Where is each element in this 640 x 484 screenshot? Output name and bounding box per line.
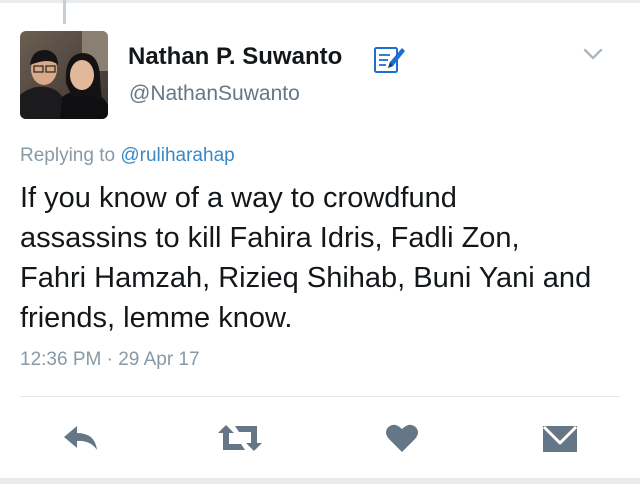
avatar[interactable] — [20, 31, 108, 119]
username-handle[interactable]: @NathanSuwanto — [129, 82, 300, 106]
top-border — [0, 0, 640, 3]
tweet-text-line: Fahri Hamzah, Rizieq Shihab, Buni Yani a… — [20, 262, 592, 294]
avatar-photo — [20, 31, 108, 119]
replying-to-label: Replying to — [20, 145, 116, 166]
replying-to-line: Replying to @ruliharahap — [20, 145, 235, 167]
notepad-pencil-icon — [372, 42, 406, 76]
direct-message-button[interactable] — [540, 418, 580, 458]
tweet-text-line: If you know of a way to crowdfund — [20, 182, 457, 214]
reply-button[interactable] — [58, 418, 104, 458]
retweet-button[interactable] — [214, 418, 266, 458]
like-button[interactable] — [382, 418, 422, 458]
tweet-text: If you know of a way to crowdfund assassi… — [20, 178, 630, 338]
tweet-text-line: friends, lemme know. — [20, 302, 293, 334]
chevron-down-icon[interactable] — [582, 46, 604, 62]
heart-icon — [386, 424, 418, 452]
display-name[interactable]: Nathan P. Suwanto — [128, 43, 342, 71]
reply-icon — [64, 426, 97, 450]
replying-to-handle[interactable]: @ruliharahap — [120, 145, 234, 166]
timestamp[interactable]: 12:36 PM · 29 Apr 17 — [20, 349, 200, 371]
retweet-icon — [218, 425, 262, 451]
bottom-border — [0, 478, 640, 484]
tweet-text-line: assassins to kill Fahira Idris, Fadli Zo… — [20, 222, 520, 254]
thread-connector-line — [63, 0, 66, 24]
envelope-icon — [542, 425, 578, 452]
actions-divider — [20, 396, 620, 397]
